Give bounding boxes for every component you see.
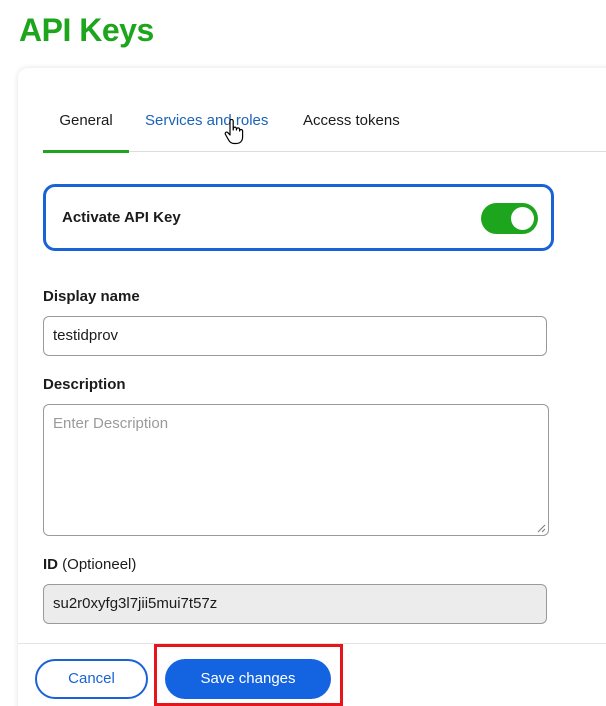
tab-services-and-roles[interactable]: Services and roles: [145, 100, 268, 152]
description-textarea[interactable]: Enter Description: [43, 404, 549, 536]
activate-api-key-label: Activate API Key: [62, 209, 181, 226]
id-optional-note: (Optioneel): [62, 556, 137, 573]
activate-api-key-panel: Activate API Key: [43, 184, 554, 251]
description-placeholder: Enter Description: [53, 415, 169, 432]
highlight-box: [154, 644, 343, 706]
hand-cursor-icon: [224, 119, 244, 145]
resize-grip-icon[interactable]: [537, 524, 546, 533]
display-name-label: Display name: [43, 288, 140, 305]
activate-api-key-toggle[interactable]: [481, 203, 538, 234]
toggle-knob: [511, 207, 534, 230]
tab-general[interactable]: General: [43, 100, 129, 153]
id-label-text: ID: [43, 556, 58, 573]
description-label: Description: [43, 376, 126, 393]
cancel-button[interactable]: Cancel: [35, 659, 148, 699]
id-input[interactable]: su2r0xyfg3l7jii5mui7t57z: [43, 584, 547, 624]
tab-bar: General Services and roles Access tokens: [43, 100, 606, 153]
id-label: ID (Optioneel): [43, 556, 136, 573]
tab-access-tokens[interactable]: Access tokens: [303, 100, 400, 152]
page-title: API Keys: [19, 12, 154, 48]
display-name-input[interactable]: testidprov: [43, 316, 547, 356]
